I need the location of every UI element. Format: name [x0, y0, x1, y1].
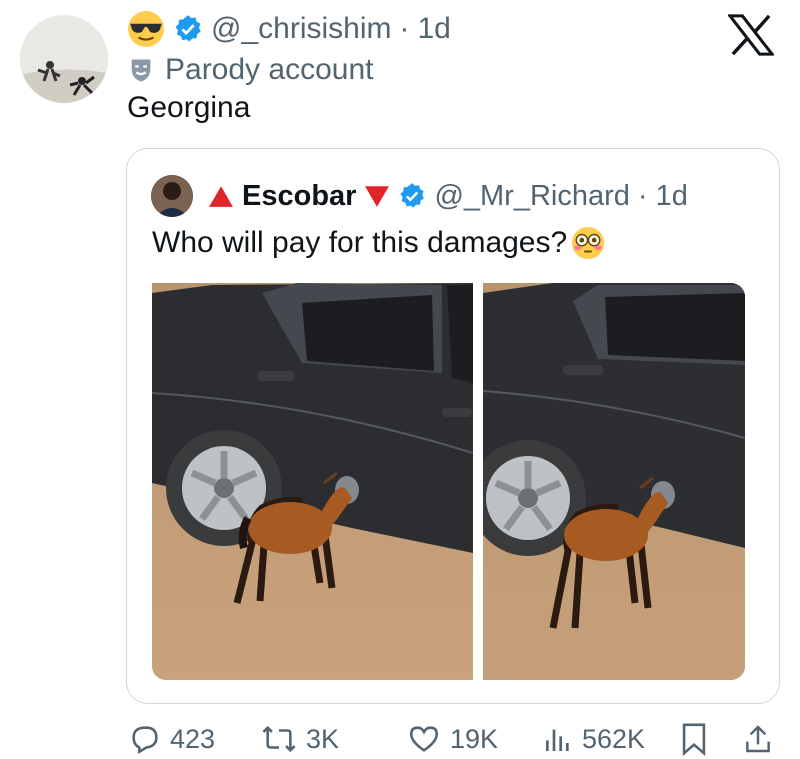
tweet-photo-2[interactable]: [483, 283, 745, 680]
verified-badge-icon: [175, 15, 201, 42]
sunglasses-emoji-icon: [128, 11, 164, 47]
reply-button[interactable]: 423: [128, 719, 215, 759]
bookmark-icon: [682, 723, 706, 756]
views-button[interactable]: 562K: [542, 719, 645, 759]
x-logo-icon: [728, 14, 774, 56]
share-button[interactable]: [742, 719, 774, 759]
parody-account-text: Parody account: [165, 53, 374, 86]
separator-dot: ·: [399, 12, 410, 45]
parody-mask-icon: [131, 59, 151, 82]
repost-icon: [262, 725, 296, 753]
bookmark-button[interactable]: [679, 719, 709, 759]
views-icon: [546, 729, 569, 751]
author-handle[interactable]: @_chrisishim: [211, 12, 391, 46]
repost-count: 3K: [306, 723, 340, 754]
tweet-photo-1[interactable]: [152, 283, 473, 680]
quoted-author-name[interactable]: Escobar: [242, 180, 356, 213]
like-count: 19K: [450, 723, 499, 754]
repost-button[interactable]: 3K: [260, 719, 339, 759]
parody-account-label: Parody account: [127, 50, 373, 90]
red-triangle-down-icon: [365, 186, 390, 207]
quoted-tweet-text-row: Who will pay for this damages?: [152, 226, 605, 260]
flushed-face-emoji-icon: [572, 226, 605, 260]
like-icon: [409, 726, 439, 752]
quoted-author-handle[interactable]: @_Mr_Richard: [434, 180, 629, 213]
quoted-author-avatar[interactable]: [151, 175, 193, 217]
reply-icon: [132, 726, 158, 755]
verified-badge-icon: [400, 183, 425, 208]
quoted-tweet-timestamp[interactable]: 1d: [656, 180, 688, 213]
view-count: 562K: [582, 723, 646, 754]
share-icon: [746, 725, 770, 753]
quoted-tweet-header: Escobar @_Mr_Richard · 1d: [208, 175, 688, 217]
red-triangle-up-icon: [209, 186, 233, 207]
tweet-header: @_chrisishim · 1d: [127, 8, 451, 50]
author-avatar[interactable]: [20, 15, 108, 103]
quoted-tweet-text: Who will pay for this damages?: [152, 226, 568, 259]
like-button[interactable]: 19K: [406, 719, 498, 759]
tweet-text: Georgina: [127, 91, 251, 124]
tweet-timestamp[interactable]: 1d: [417, 12, 450, 46]
tweet-action-bar: 423 3K 19K 562K: [128, 719, 788, 759]
reply-count: 423: [170, 723, 216, 754]
separator-dot: ·: [637, 179, 648, 212]
